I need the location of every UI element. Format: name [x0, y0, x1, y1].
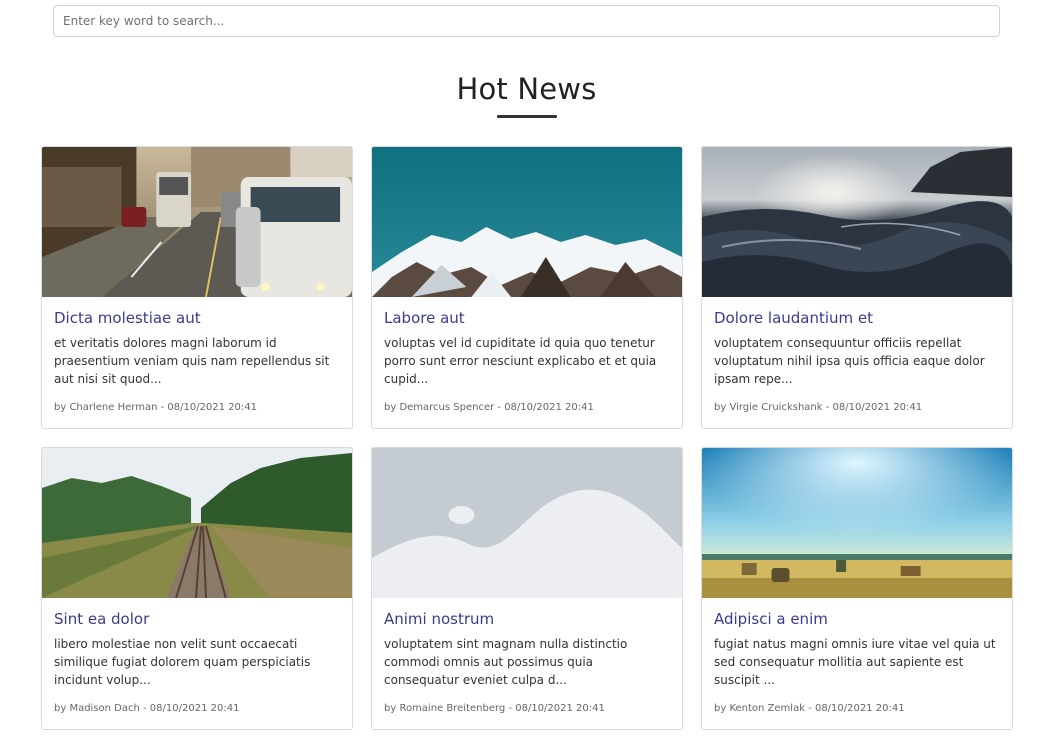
news-card[interactable]: Labore aut voluptas vel id cupiditate id… [371, 146, 683, 429]
ocean-waves-image[interactable] [702, 147, 1012, 297]
city-street-image[interactable] [42, 147, 352, 297]
card-excerpt: voluptas vel id cupiditate id quia quo t… [384, 336, 657, 386]
news-card[interactable]: Adipisci a enim fugiat natus magni omnis… [701, 447, 1013, 730]
snowy-mountains-image[interactable] [372, 147, 682, 297]
card-excerpt: libero molestiae non velit sunt occaecat… [54, 637, 311, 687]
card-excerpt: et veritatis dolores magni laborum id pr… [54, 336, 330, 386]
card-title[interactable]: Labore aut [384, 309, 670, 327]
card-meta: by Romaine Breitenberg - 08/10/2021 20:4… [384, 703, 605, 714]
search-bar [53, 5, 1000, 37]
title-underline [497, 115, 557, 118]
section-title: Hot News [456, 72, 597, 106]
card-excerpt: fugiat natus magni omnis iure vitae vel … [714, 637, 996, 687]
card-meta: by Virgie Cruickshank - 08/10/2021 20:41 [714, 402, 923, 413]
card-meta: by Charlene Herman - 08/10/2021 20:41 [54, 402, 258, 413]
search-input[interactable] [53, 5, 1000, 37]
news-card[interactable]: Dolore laudantium et voluptatem consequu… [701, 146, 1013, 429]
news-card[interactable]: Sint ea dolor libero molestiae non velit… [41, 447, 353, 730]
card-excerpt: voluptatem consequuntur officiis repella… [714, 336, 985, 386]
card-title[interactable]: Sint ea dolor [54, 610, 340, 628]
card-excerpt: voluptatem sint magnam nulla distinctio … [384, 637, 628, 687]
card-meta: by Demarcus Spencer - 08/10/2021 20:41 [384, 402, 594, 413]
image-placeholder-icon[interactable] [372, 448, 682, 598]
card-title[interactable]: Dolore laudantium et [714, 309, 1000, 327]
card-title[interactable]: Dicta molestiae aut [54, 309, 340, 327]
card-title[interactable]: Adipisci a enim [714, 610, 1000, 628]
card-meta: by Kenton Zemlak - 08/10/2021 20:41 [714, 703, 905, 714]
card-meta: by Madison Dach - 08/10/2021 20:41 [54, 703, 240, 714]
news-card[interactable]: Dicta molestiae aut et veritatis dolores… [41, 146, 353, 429]
railway-forest-image[interactable] [42, 448, 352, 598]
field-landscape-image[interactable] [702, 448, 1012, 598]
news-card[interactable]: Animi nostrum voluptatem sint magnam nul… [371, 447, 683, 730]
card-title[interactable]: Animi nostrum [384, 610, 670, 628]
